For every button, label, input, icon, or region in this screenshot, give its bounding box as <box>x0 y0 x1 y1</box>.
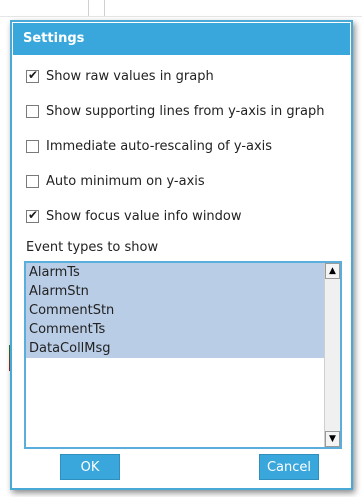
option-show-raw-values[interactable]: ✔ Show raw values in graph <box>26 67 214 85</box>
dialog-title: Settings <box>13 23 350 55</box>
list-item-comment-ts[interactable]: CommentTs <box>26 320 324 339</box>
checkbox[interactable]: ✔ <box>26 207 39 223</box>
checkbox[interactable] <box>26 104 39 118</box>
option-auto-minimum[interactable]: Auto minimum on y-axis <box>26 172 205 190</box>
background-graph-strip <box>0 0 362 17</box>
event-types-listbox[interactable]: AlarmTs AlarmStn CommentStn CommentTs Da… <box>24 261 342 449</box>
list-item-data-coll-msg[interactable]: DataCollMsg <box>26 339 324 358</box>
settings-dialog: Settings ✔ Show raw values in graph Show… <box>10 20 353 490</box>
option-show-focus-info[interactable]: ✔ Show focus value info window <box>26 207 242 225</box>
listbox-scrollbar[interactable]: ▲ ▼ <box>324 263 340 447</box>
option-label: Show supporting lines from y-axis in gra… <box>46 103 325 119</box>
ok-button[interactable]: OK <box>60 454 120 480</box>
checkbox[interactable]: ✔ <box>26 67 39 83</box>
scroll-up-arrow-icon[interactable]: ▲ <box>325 263 340 279</box>
option-immediate-auto-rescaling[interactable]: Immediate auto-rescaling of y-axis <box>26 137 272 155</box>
checkmark-icon: ✔ <box>28 67 39 82</box>
option-show-supporting-lines[interactable]: Show supporting lines from y-axis in gra… <box>26 102 324 120</box>
checkbox[interactable] <box>26 174 39 188</box>
background-gridline <box>104 0 105 16</box>
checkbox[interactable] <box>26 139 39 153</box>
option-label: Show focus value info window <box>46 208 242 224</box>
scroll-down-arrow-icon[interactable]: ▼ <box>325 431 340 447</box>
option-label: Immediate auto-rescaling of y-axis <box>46 138 273 154</box>
list-item-comment-stn[interactable]: CommentStn <box>26 301 324 320</box>
option-label: Show raw values in graph <box>46 68 214 84</box>
checkmark-icon: ✔ <box>28 207 39 222</box>
background-gridline <box>88 0 89 16</box>
list-item-alarm-stn[interactable]: AlarmStn <box>26 282 324 301</box>
event-types-label: Event types to show <box>26 240 159 255</box>
option-label: Auto minimum on y-axis <box>46 173 205 189</box>
list-item-alarm-ts[interactable]: AlarmTs <box>26 263 324 282</box>
cancel-button[interactable]: Cancel <box>259 454 319 480</box>
